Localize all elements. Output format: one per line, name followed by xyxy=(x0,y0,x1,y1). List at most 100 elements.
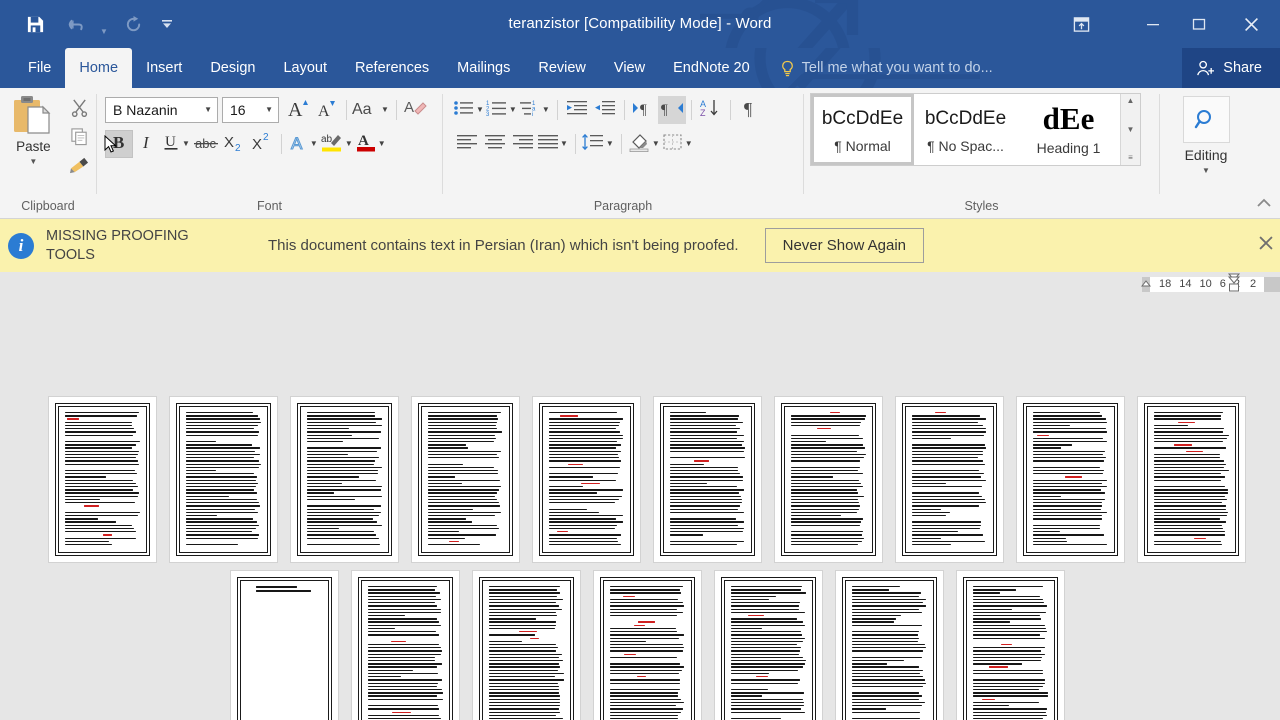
justify-button[interactable]: ▼ xyxy=(537,130,570,158)
restore-icon[interactable] xyxy=(1176,0,1222,48)
customize-quick-access-toolbar-icon[interactable] xyxy=(154,7,180,41)
sort-button[interactable]: A Z xyxy=(697,96,725,124)
document-page[interactable] xyxy=(291,397,398,562)
editing-button[interactable]: Editing ▼ xyxy=(1182,96,1230,175)
numbering-button[interactable]: 1 2 3 ▼ xyxy=(486,96,519,124)
chevron-down-icon[interactable]: ▼ xyxy=(182,140,192,148)
align-right-button[interactable] xyxy=(509,130,537,158)
underline-button[interactable]: U ▼ xyxy=(161,130,192,158)
document-canvas[interactable] xyxy=(0,296,1280,720)
bullets-button[interactable]: ▼ xyxy=(453,96,486,124)
document-page[interactable] xyxy=(836,571,943,720)
line-spacing-button[interactable]: ▼ xyxy=(581,130,616,158)
never-show-again-button[interactable]: Never Show Again xyxy=(764,228,925,263)
document-page[interactable] xyxy=(594,571,701,720)
format-painter-button[interactable] xyxy=(64,154,94,181)
chevron-down-icon[interactable]: ▼ xyxy=(198,106,214,114)
chevron-down-icon[interactable]: ▼ xyxy=(542,106,552,114)
document-page[interactable] xyxy=(957,571,1064,720)
document-page[interactable] xyxy=(473,571,580,720)
redo-icon[interactable] xyxy=(114,7,152,41)
tab-review[interactable]: Review xyxy=(524,48,600,88)
styles-more-icon[interactable]: ≡ xyxy=(1128,154,1133,162)
ribbon-display-options-icon[interactable] xyxy=(1056,0,1106,48)
save-icon[interactable] xyxy=(16,7,54,41)
bold-button[interactable]: B xyxy=(104,130,133,158)
share-button[interactable]: Share xyxy=(1182,48,1280,88)
chevron-down-icon[interactable]: ▼ xyxy=(378,140,388,148)
subscript-button[interactable]: X 2 xyxy=(220,130,248,158)
tab-home[interactable]: Home xyxy=(65,48,133,88)
tell-me-search[interactable]: Tell me what you want to do... xyxy=(780,48,993,88)
paste-dropdown-icon[interactable]: ▼ xyxy=(29,158,37,166)
styles-scroll-up-icon[interactable]: ▲ xyxy=(1127,97,1135,105)
document-page[interactable] xyxy=(352,571,459,720)
tab-endnote[interactable]: EndNote 20 xyxy=(659,48,764,88)
document-page[interactable] xyxy=(231,571,338,720)
strikethrough-button[interactable]: abc xyxy=(192,130,220,158)
document-page[interactable] xyxy=(775,397,882,562)
chevron-down-icon[interactable]: ▼ xyxy=(381,106,391,114)
document-page[interactable] xyxy=(715,571,822,720)
document-page[interactable] xyxy=(654,397,761,562)
ltr-text-direction-button[interactable]: ¶ xyxy=(630,96,658,124)
align-left-button[interactable] xyxy=(453,130,481,158)
editing-dropdown-icon[interactable]: ▼ xyxy=(1202,167,1210,175)
chevron-down-icon[interactable]: ▼ xyxy=(259,106,275,114)
shading-button[interactable]: ▼ xyxy=(627,130,662,158)
horizontal-ruler[interactable]: 18 14 10 6 2 2 xyxy=(0,272,1280,296)
change-case-button[interactable]: Aa ▼ xyxy=(352,96,391,124)
center-button[interactable] xyxy=(481,130,509,158)
tab-layout[interactable]: Layout xyxy=(269,48,341,88)
undo-dropdown-icon[interactable]: ▼ xyxy=(96,2,112,47)
borders-button[interactable]: ▼ xyxy=(662,130,695,158)
font-size-combobox[interactable]: 16 ▼ xyxy=(222,97,279,123)
close-icon[interactable] xyxy=(1258,235,1274,254)
show-formatting-marks-button[interactable]: ¶ xyxy=(736,96,764,124)
document-page[interactable] xyxy=(1138,397,1245,562)
chevron-down-icon[interactable]: ▼ xyxy=(560,140,570,148)
document-page[interactable] xyxy=(896,397,1003,562)
minimize-icon[interactable] xyxy=(1130,0,1176,48)
styles-scroll-down-icon[interactable]: ▼ xyxy=(1127,125,1135,134)
tab-references[interactable]: References xyxy=(341,48,443,88)
tab-mailings[interactable]: Mailings xyxy=(443,48,524,88)
chevron-down-icon[interactable]: ▼ xyxy=(685,140,695,148)
clear-formatting-button[interactable]: A xyxy=(402,96,430,124)
text-effects-button[interactable]: A ▼ xyxy=(287,130,320,158)
document-page[interactable] xyxy=(49,397,156,562)
tab-insert[interactable]: Insert xyxy=(132,48,196,88)
multilevel-list-button[interactable]: 1 a i ▼ xyxy=(519,96,552,124)
text-highlight-button[interactable]: ab ▼ xyxy=(320,130,355,158)
document-page[interactable] xyxy=(170,397,277,562)
shrink-font-button[interactable]: A xyxy=(313,96,341,124)
superscript-button[interactable]: X 2 xyxy=(248,130,276,158)
paste-button[interactable]: Paste ▼ xyxy=(4,94,63,166)
chevron-down-icon[interactable]: ▼ xyxy=(476,106,486,114)
decrease-indent-button[interactable] xyxy=(563,96,591,124)
chevron-down-icon[interactable]: ▼ xyxy=(606,140,616,148)
chevron-down-icon[interactable]: ▼ xyxy=(310,140,320,148)
chevron-down-icon[interactable]: ▼ xyxy=(509,106,519,114)
document-page[interactable] xyxy=(412,397,519,562)
style-heading-1[interactable]: dEe Heading 1 xyxy=(1017,94,1120,165)
undo-icon[interactable] xyxy=(56,7,94,41)
rtl-text-direction-button[interactable]: ¶ xyxy=(657,96,686,124)
document-page[interactable] xyxy=(533,397,640,562)
collapse-ribbon-button[interactable] xyxy=(1256,196,1272,214)
tab-view[interactable]: View xyxy=(600,48,659,88)
italic-button[interactable]: I xyxy=(133,130,161,158)
close-icon[interactable] xyxy=(1222,0,1280,48)
cut-button[interactable] xyxy=(64,96,94,123)
style-no-spacing[interactable]: bCcDdEe ¶ No Spac... xyxy=(914,94,1017,165)
font-name-combobox[interactable]: B Nazanin ▼ xyxy=(105,97,218,123)
copy-button[interactable] xyxy=(64,125,94,152)
chevron-down-icon[interactable]: ▼ xyxy=(345,140,355,148)
chevron-down-icon[interactable]: ▼ xyxy=(652,140,662,148)
grow-font-button[interactable]: A xyxy=(285,96,313,124)
font-color-button[interactable]: A ▼ xyxy=(355,130,388,158)
increase-indent-button[interactable] xyxy=(591,96,619,124)
tab-design[interactable]: Design xyxy=(196,48,269,88)
document-page[interactable] xyxy=(1017,397,1124,562)
tab-file[interactable]: File xyxy=(14,48,65,88)
